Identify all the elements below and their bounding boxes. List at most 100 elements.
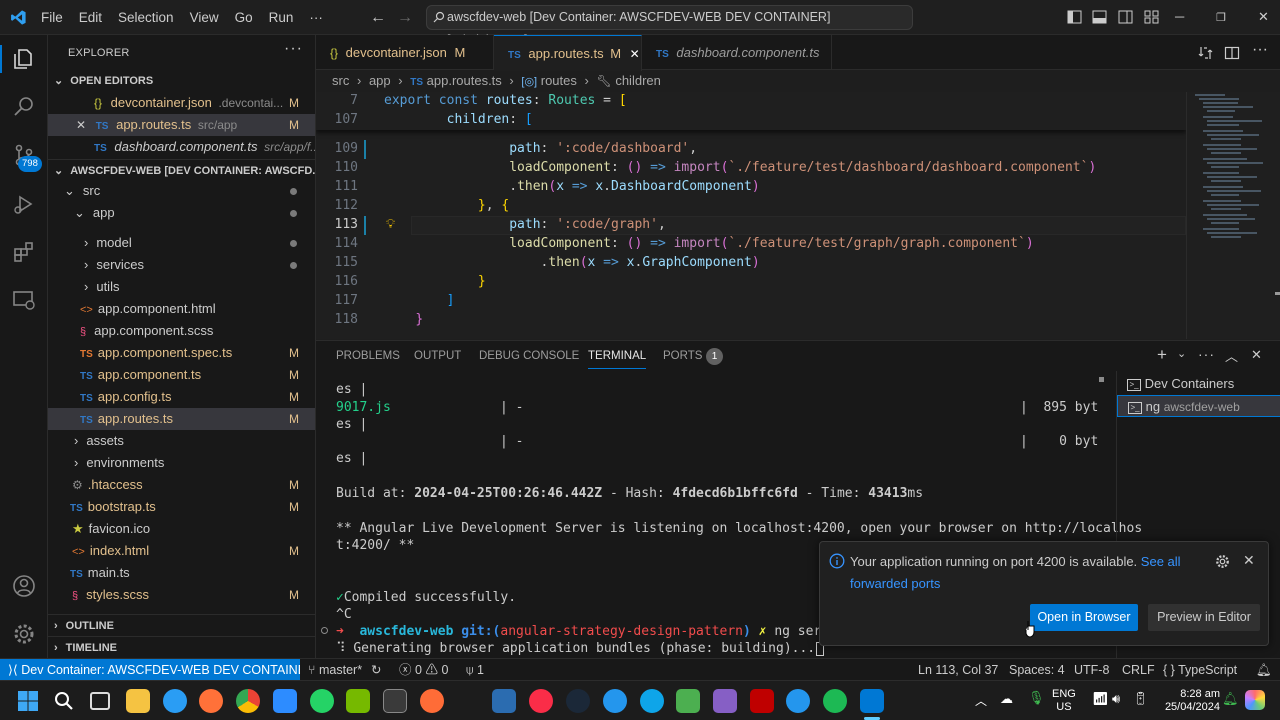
search-icon[interactable]	[12, 94, 36, 118]
windows-start-icon[interactable]	[17, 690, 39, 712]
tree-file[interactable]: § styles.scss M	[48, 584, 315, 606]
minimap[interactable]	[1186, 92, 1280, 339]
new-terminal-plus-icon[interactable]: +	[1157, 345, 1167, 365]
volume-icon[interactable]: 🔊︎	[1112, 691, 1120, 707]
tab-dashboard-component[interactable]: TS dashboard.component.ts	[642, 35, 832, 70]
end-of-line[interactable]: CRLF	[1122, 659, 1155, 681]
restore-icon[interactable]: ❐	[1216, 11, 1226, 24]
chrome-icon[interactable]	[236, 689, 260, 713]
breadcrumb-item[interactable]: app	[369, 73, 391, 88]
store-icon[interactable]	[273, 689, 297, 713]
steam-icon[interactable]	[566, 689, 590, 713]
breadcrumb-item[interactable]: src	[332, 73, 349, 88]
menu-view[interactable]: View	[182, 0, 227, 35]
terminal-list-item-active[interactable]: >_ ng awscfdev-web	[1117, 395, 1280, 417]
menu-selection[interactable]: Selection	[110, 0, 182, 35]
run-debug-icon[interactable]	[12, 192, 36, 216]
tree-file[interactable]: ★ favicon.ico	[48, 518, 315, 540]
open-editor-item[interactable]: TS dashboard.component.ts src/app/f...	[48, 136, 315, 158]
tab-ports[interactable]: PORTS	[663, 341, 702, 371]
postman-icon[interactable]	[420, 689, 444, 713]
language-indicator[interactable]: ENG US	[1052, 688, 1076, 714]
tree-folder-services[interactable]: › services	[48, 254, 315, 276]
tree-folder-app[interactable]: ⌄ app	[48, 202, 315, 224]
spotify-icon[interactable]	[823, 689, 847, 713]
wifi-icon[interactable]: 📶︎	[1092, 691, 1109, 707]
minimize-icon[interactable]: ─	[1175, 9, 1184, 24]
azure-data-studio-icon[interactable]	[640, 689, 664, 713]
problems-indicator[interactable]: ⓧ 0 ⚠ 0	[399, 659, 448, 681]
tree-file[interactable]: § app.component.scss	[48, 320, 315, 342]
outline-header[interactable]: › OUTLINE	[48, 614, 315, 636]
explorer-files-icon[interactable]	[12, 47, 36, 71]
open-editor-item-active[interactable]: ✕ TS app.routes.ts src/app M	[48, 114, 315, 136]
cursor-position[interactable]: Ln 113, Col 37	[918, 659, 998, 681]
breadcrumb-item[interactable]: children	[615, 73, 661, 88]
tree-file[interactable]: TS app.config.ts M	[48, 386, 315, 408]
toggle-panel-icon[interactable]	[1092, 10, 1107, 24]
tree-file[interactable]: <> app.component.html	[48, 298, 315, 320]
menu-edit[interactable]: Edit	[71, 0, 110, 35]
maximize-panel-icon[interactable]: ︿	[1225, 346, 1238, 365]
language-mode[interactable]: { } TypeScript	[1163, 659, 1237, 681]
remote-explorer-icon[interactable]	[12, 288, 36, 312]
customize-layout-icon[interactable]	[1144, 10, 1159, 24]
sync-icon[interactable]: ↻	[371, 659, 381, 681]
tab-app-routes-active[interactable]: TS app.routes.ts M ✕	[494, 35, 642, 71]
microphone-icon[interactable]: 🎙︎	[1028, 690, 1045, 706]
clock[interactable]: 8:28 am 25/04/2024	[1160, 688, 1220, 714]
close-window-icon[interactable]: ✕	[1258, 9, 1269, 25]
compare-changes-icon[interactable]	[1198, 45, 1214, 61]
more-actions-icon[interactable]: ···	[1252, 41, 1268, 59]
edge-icon[interactable]	[163, 689, 187, 713]
sticky-scroll[interactable]: 7 export const routes: Routes = [ 107 ch…	[316, 92, 1186, 130]
tree-file[interactable]: TS bootstrap.ts M	[48, 496, 315, 518]
split-editor-icon[interactable]	[1224, 45, 1240, 61]
menu-run[interactable]: Run	[261, 0, 302, 35]
tree-file[interactable]: <> index.html M	[48, 540, 315, 562]
preview-in-editor-button[interactable]: Preview in Editor	[1148, 604, 1260, 631]
copilot-icon[interactable]	[1245, 690, 1265, 710]
docker-icon[interactable]	[603, 689, 627, 713]
docker-desktop-icon[interactable]	[786, 689, 810, 713]
task-view-icon[interactable]	[90, 692, 110, 710]
tree-folder-assets[interactable]: › assets	[48, 430, 315, 452]
onedrive-cloud-icon[interactable]: ☁	[1000, 691, 1013, 707]
tab-problems[interactable]: PROBLEMS	[336, 341, 400, 371]
workspace-header[interactable]: ⌄ AWSCFDEV-WEB [DEV CONTAINER: AWSCFD...	[48, 159, 315, 181]
tab-devcontainer[interactable]: {} devcontainer.json M	[316, 35, 494, 70]
battery-icon[interactable]: 🔋︎	[1132, 691, 1149, 707]
branch-indicator[interactable]: ⑂ master*	[308, 659, 362, 681]
snipping-tool-icon[interactable]	[492, 689, 516, 713]
command-center[interactable]: awscfdev-web [Dev Container: AWSCFDEV-WE…	[426, 5, 913, 47]
chevron-down-icon[interactable]: ⌄	[1177, 347, 1186, 360]
command-decoration-icon[interactable]	[321, 627, 328, 634]
tree-file[interactable]: TS app.component.spec.ts M	[48, 342, 315, 364]
accounts-icon[interactable]	[12, 574, 36, 598]
tree-folder-src[interactable]: ⌄ src	[48, 180, 315, 202]
search-icon[interactable]	[54, 691, 74, 711]
tree-file[interactable]: TS main.ts	[48, 562, 315, 584]
sheets-icon[interactable]	[676, 689, 700, 713]
tree-folder-model[interactable]: › model	[48, 232, 315, 254]
timeline-header[interactable]: › TIMELINE	[48, 636, 315, 658]
notifications-bell-icon[interactable]: 🔔︎	[1256, 659, 1272, 681]
toggle-secondary-sidebar-icon[interactable]	[1118, 10, 1133, 24]
terminal-list-item[interactable]: >_ Dev Containers	[1127, 373, 1234, 395]
notification-bell-icon[interactable]: 🔔︎	[1222, 691, 1239, 707]
menu-more[interactable]: ···	[301, 0, 331, 35]
tab-output[interactable]: OUTPUT	[414, 341, 461, 371]
breadcrumb-item[interactable]: app.routes.ts	[427, 73, 502, 88]
file-explorer-icon[interactable]	[126, 689, 150, 713]
itunes-icon[interactable]	[529, 689, 553, 713]
tree-folder-utils[interactable]: › utils	[48, 276, 315, 298]
close-notification-icon[interactable]: ✕	[1243, 552, 1255, 569]
gear-icon[interactable]	[1215, 554, 1230, 569]
tab-terminal[interactable]: TERMINAL	[588, 341, 647, 369]
remote-indicator[interactable]: ⟩⟨ Dev Container: AWSCFDEV-WEB DEV CONTA…	[0, 659, 300, 680]
toggle-sidebar-icon[interactable]	[1067, 10, 1082, 24]
visual-studio-icon[interactable]	[713, 689, 737, 713]
menu-go[interactable]: Go	[227, 0, 261, 35]
encoding[interactable]: UTF-8	[1074, 659, 1109, 681]
indentation[interactable]: Spaces: 4	[1009, 659, 1065, 681]
